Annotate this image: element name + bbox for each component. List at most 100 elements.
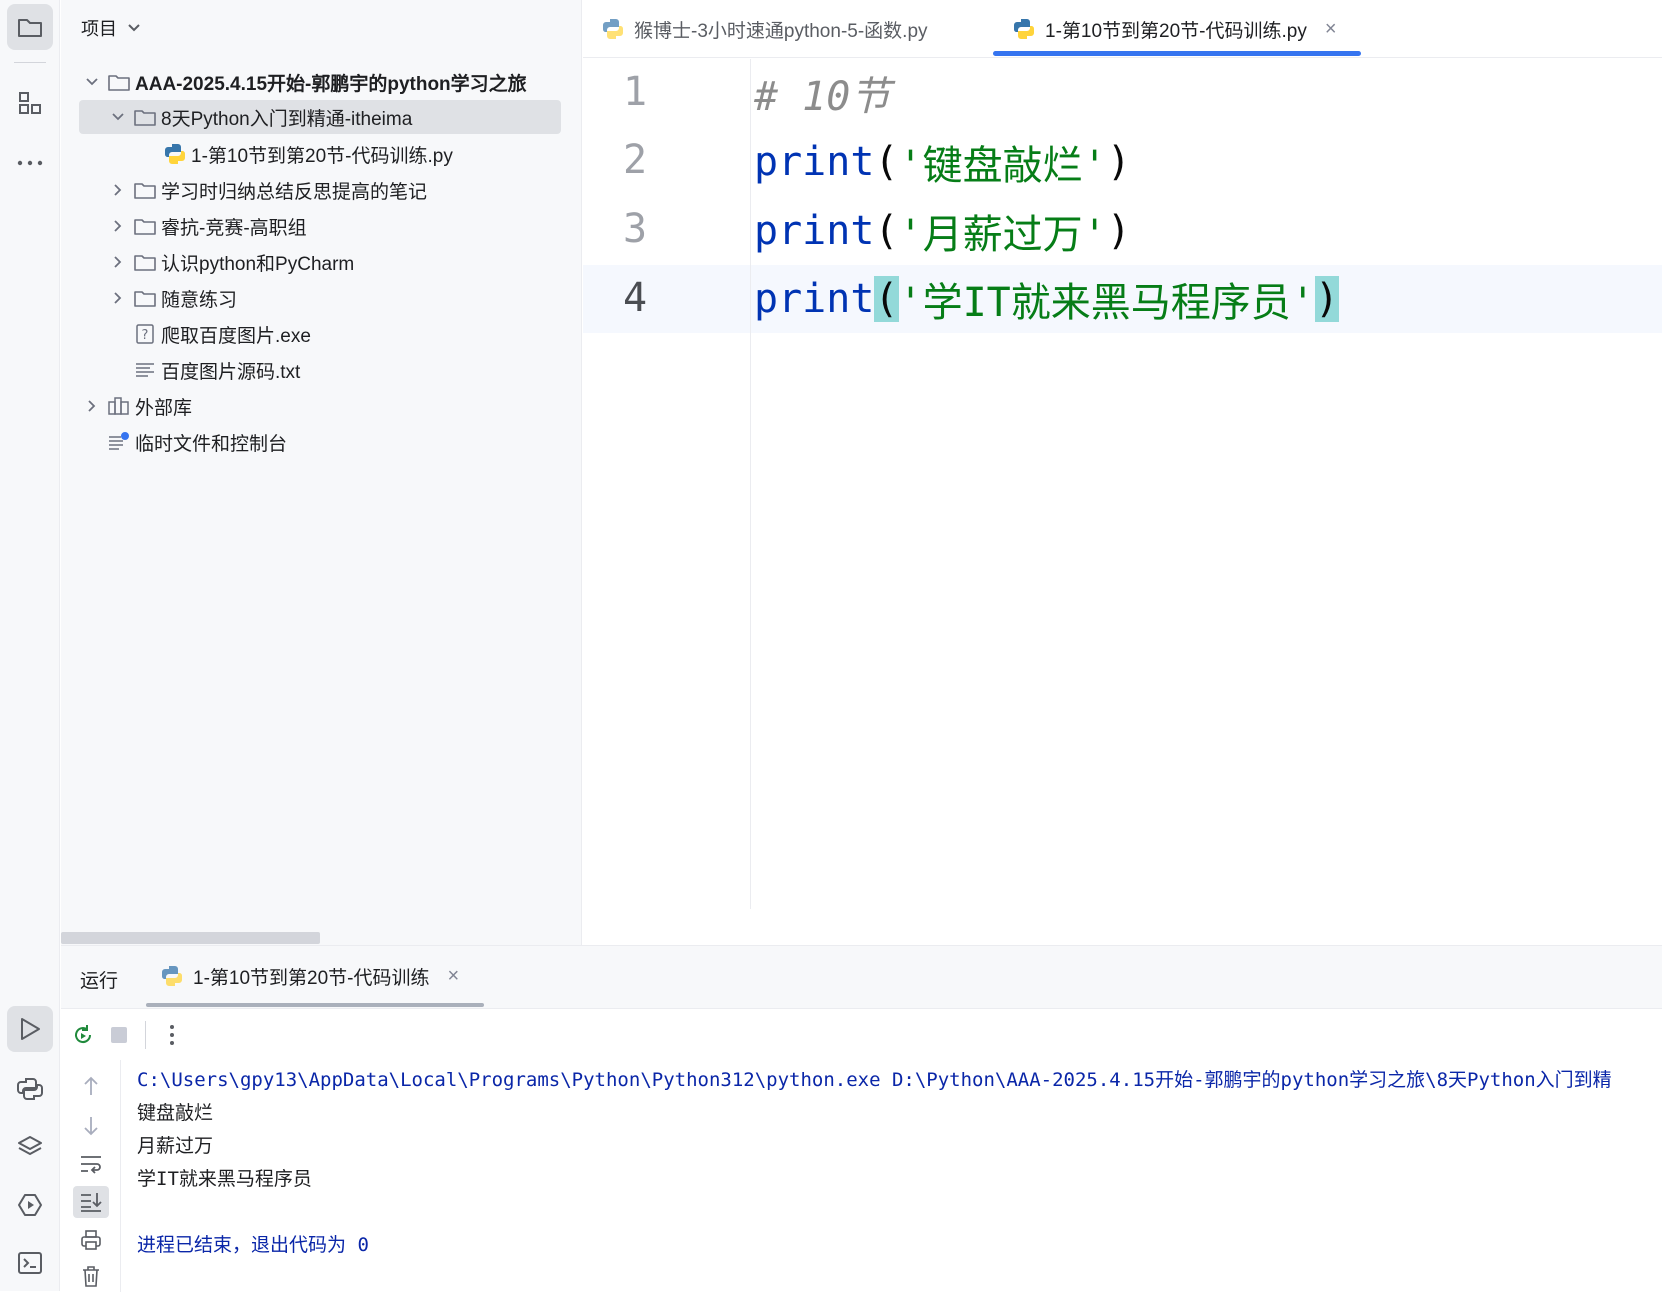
- python-file-icon: [1013, 19, 1035, 39]
- structure-tool-button[interactable]: [7, 80, 53, 126]
- tree-item-scratches[interactable]: 临时文件和控制台: [79, 425, 561, 459]
- tree-item-label: 认识python和PyCharm: [161, 253, 355, 275]
- previous-occurrence-button[interactable]: [73, 1070, 109, 1102]
- print-icon: [81, 1230, 101, 1250]
- tree-item-folder-pycharm[interactable]: 认识python和PyCharm: [79, 245, 561, 279]
- chevron-down-icon[interactable]: [105, 112, 131, 122]
- more-icon: [17, 160, 43, 166]
- project-panel-title: 项目: [81, 19, 117, 39]
- chevron-right-icon[interactable]: [105, 255, 131, 269]
- scroll-to-end-button[interactable]: [73, 1186, 109, 1218]
- editor-tab-label: 1-第10节到第20节-代码训练.py: [1045, 20, 1307, 42]
- rerun-icon: [75, 1025, 92, 1044]
- folder-icon: [131, 253, 159, 271]
- trash-icon: [83, 1266, 99, 1287]
- project-panel-header[interactable]: 项目: [81, 14, 141, 42]
- run-panel: 运行 1-第10节到第20节-代码训练 × C:\Users\gpy13\App…: [61, 945, 1662, 1292]
- tree-item-folder-practice[interactable]: 随意练习: [79, 281, 561, 315]
- project-tool-button[interactable]: [7, 4, 53, 50]
- services-tool-button[interactable]: [7, 1182, 53, 1228]
- folder-icon: [131, 289, 159, 307]
- run-icon: [21, 1018, 40, 1040]
- tree-item-label: 睿抗-竞赛-高职组: [161, 217, 307, 239]
- run-tool-button[interactable]: [7, 1006, 53, 1052]
- library-icon: [105, 397, 133, 415]
- editor-tab-code-training[interactable]: 1-第10节到第20节-代码训练.py ×: [1013, 0, 1337, 58]
- tree-item-folder-itheima[interactable]: 8天Python入门到精通-itheima: [79, 100, 561, 134]
- code-paren-matched: ): [1314, 276, 1339, 322]
- structure-icon: [19, 92, 41, 114]
- folder-icon: [131, 181, 159, 199]
- toolbar-separator: [145, 1021, 146, 1049]
- line-number: 3: [623, 206, 648, 252]
- editor-tab-hbs-functions[interactable]: 猴博士-3小时速通python-5-函数.py: [602, 0, 928, 58]
- tree-item-exe-file[interactable]: ? 爬取百度图片.exe: [79, 317, 561, 351]
- tree-item-root-folder[interactable]: AAA-2025.4.15开始-郭鹏宇的python学习之旅: [79, 65, 579, 99]
- tree-item-folder-notes[interactable]: 学习时归纳总结反思提高的笔记: [79, 173, 561, 207]
- print-button[interactable]: [73, 1224, 109, 1256]
- close-icon[interactable]: ×: [1325, 18, 1337, 41]
- tree-item-label: 8天Python入门到精通-itheima: [161, 108, 413, 130]
- python-console-button[interactable]: [7, 1066, 53, 1112]
- code-line: print('月薪过万'): [754, 197, 1131, 265]
- soft-wrap-button[interactable]: [73, 1148, 109, 1180]
- tree-item-folder-competition[interactable]: 睿抗-竞赛-高职组: [79, 209, 561, 243]
- more-options-button[interactable]: [154, 1017, 190, 1053]
- tree-item-python-file[interactable]: 1-第10节到第20节-代码训练.py: [79, 137, 561, 171]
- code-string: '键盘敲烂': [898, 143, 1107, 189]
- code-function: print: [754, 276, 875, 322]
- console-output[interactable]: C:\Users\gpy13\AppData\Local\Programs\Py…: [137, 1064, 1662, 1292]
- unknown-file-icon: ?: [131, 324, 159, 344]
- code-editor[interactable]: 1 2 3 4 # 10节 print('键盘敲烂') print('月薪过万'…: [583, 59, 1662, 909]
- chevron-right-icon[interactable]: [105, 291, 131, 305]
- stop-icon: [111, 1027, 127, 1043]
- scratches-icon: [105, 432, 133, 452]
- soft-wrap-icon: [81, 1156, 101, 1174]
- run-tab-indicator: [146, 1003, 484, 1007]
- console-output-line: 月薪过万: [137, 1135, 214, 1157]
- arrow-up-icon: [84, 1076, 98, 1095]
- arrow-down-icon: [84, 1117, 98, 1136]
- python-console-icon: [17, 1078, 43, 1100]
- tree-item-label: 随意练习: [161, 289, 238, 311]
- code-line: print('键盘敲烂'): [754, 128, 1131, 196]
- run-tab[interactable]: 1-第10节到第20节-代码训练 ×: [161, 946, 459, 1006]
- terminal-icon: [18, 1252, 42, 1274]
- chevron-down-icon[interactable]: [79, 77, 105, 87]
- run-toolbar: [61, 1010, 1662, 1060]
- code-string: '学IT就来黑马程序员': [898, 280, 1315, 326]
- active-tab-indicator: [993, 51, 1361, 56]
- tree-item-label: 学习时归纳总结反思提高的笔记: [161, 181, 428, 203]
- close-icon[interactable]: ×: [448, 965, 460, 988]
- console-output-line: 键盘敲烂: [137, 1102, 214, 1124]
- rerun-button[interactable]: [65, 1017, 101, 1053]
- chevron-right-icon[interactable]: [105, 183, 131, 197]
- run-panel-header: 运行 1-第10节到第20节-代码训练 ×: [61, 946, 1662, 1009]
- line-number: 1: [623, 69, 648, 115]
- terminal-tool-button[interactable]: [7, 1240, 53, 1286]
- line-number: 2: [623, 137, 648, 183]
- stop-button[interactable]: [101, 1017, 137, 1053]
- more-tools-button[interactable]: [7, 140, 53, 186]
- layers-tool-button[interactable]: [7, 1124, 53, 1170]
- code-paren: (: [874, 208, 899, 254]
- code-function: print: [754, 208, 875, 254]
- python-file-icon: [602, 19, 624, 39]
- code-paren: ): [1106, 208, 1131, 254]
- code-line: # 10节: [754, 59, 890, 127]
- activity-bar: [0, 0, 60, 1291]
- folder-icon: [18, 19, 42, 37]
- chevron-right-icon[interactable]: [105, 219, 131, 233]
- clear-console-button[interactable]: [73, 1260, 109, 1292]
- horizontal-scrollbar[interactable]: [61, 932, 320, 944]
- code-line: print('学IT就来黑马程序员'): [754, 265, 1339, 333]
- tree-item-external-libraries[interactable]: 外部库: [79, 389, 561, 423]
- layers-icon: [18, 1136, 42, 1156]
- code-string: '月薪过万': [898, 212, 1107, 258]
- tree-item-label: 临时文件和控制台: [135, 433, 288, 455]
- editor-tab-bar: 猴博士-3小时速通python-5-函数.py 1-第10节到第20节-代码训练…: [583, 0, 1662, 58]
- tree-item-txt-file[interactable]: 百度图片源码.txt: [79, 353, 561, 387]
- chevron-right-icon[interactable]: [79, 399, 105, 413]
- next-occurrence-button[interactable]: [73, 1110, 109, 1142]
